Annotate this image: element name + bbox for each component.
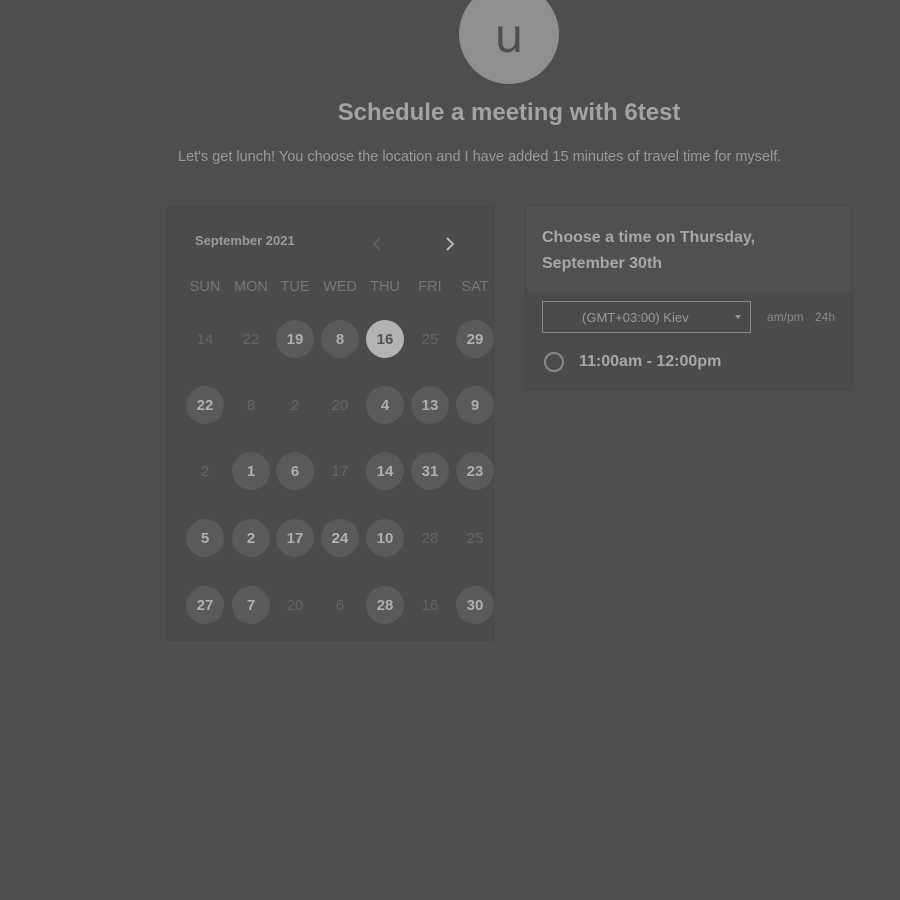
calendar-day: 28 [421, 529, 439, 547]
avatar-letter: u [494, 9, 524, 63]
weekday-label: FRI [418, 279, 442, 295]
scheduling-page: u Schedule a meeting with 6test Let's ge… [0, 0, 900, 900]
next-month-button[interactable] [440, 233, 460, 255]
timezone-select[interactable]: (GMT+03:00) Kiev [542, 301, 751, 333]
calendar-day[interactable]: 30 [456, 586, 494, 624]
format-24h-toggle[interactable]: 24h [815, 310, 835, 324]
calendar-day[interactable]: 14 [366, 452, 404, 490]
calendar-day[interactable]: 13 [411, 386, 449, 424]
time-picker-heading: Choose a time on Thursday, September 30t… [526, 206, 851, 292]
avatar: u [459, 0, 559, 84]
calendar-day[interactable]: 24 [321, 519, 359, 557]
calendar-day[interactable]: 29 [456, 320, 494, 358]
time-slot[interactable]: 11:00am - 12:00pm [544, 352, 721, 372]
calendar-day: 2 [200, 462, 210, 480]
calendar-month-label: September 2021 [195, 233, 295, 248]
calendar-day: 25 [421, 330, 439, 348]
calendar-day[interactable]: 1 [232, 452, 270, 490]
page-subtitle: Let's get lunch! You choose the location… [178, 149, 782, 165]
weekday-label: THU [370, 279, 400, 295]
prev-month-button[interactable] [367, 233, 387, 255]
calendar-day[interactable]: 31 [411, 452, 449, 490]
caret-down-icon [735, 315, 741, 319]
calendar-day: 20 [286, 596, 304, 614]
weekday-label: MON [234, 279, 268, 295]
calendar-day[interactable]: 7 [232, 586, 270, 624]
calendar-day: 22 [242, 330, 260, 348]
time-slot-label: 11:00am - 12:00pm [579, 353, 722, 370]
page-title: Schedule a meeting with 6test [337, 99, 681, 126]
calendar: September 2021 SUN MON TUE WED THU FRI SAT 14 2… [166, 206, 494, 641]
weekday-label: SUN [189, 279, 221, 295]
calendar-day: 20 [331, 396, 349, 414]
calendar-day[interactable]: 4 [366, 386, 404, 424]
calendar-day: 17 [331, 462, 349, 480]
radio-icon[interactable] [544, 352, 564, 372]
weekday-label: TUE [280, 279, 310, 295]
chevron-left-icon [372, 237, 381, 251]
chevron-right-icon [446, 237, 455, 251]
calendar-day[interactable]: 10 [366, 519, 404, 557]
format-ampm-toggle[interactable]: am/pm [767, 310, 804, 324]
calendar-day[interactable]: 8 [321, 320, 359, 358]
calendar-day[interactable]: 19 [276, 320, 314, 358]
weekday-label: SAT [461, 279, 489, 295]
calendar-day[interactable]: 27 [186, 586, 224, 624]
weekday-label: WED [323, 279, 357, 295]
calendar-day: 16 [421, 596, 439, 614]
calendar-day: 6 [335, 596, 345, 614]
timezone-value: (GMT+03:00) Kiev [582, 310, 689, 325]
calendar-day-selected[interactable]: 16 [366, 320, 404, 358]
calendar-day[interactable]: 6 [276, 452, 314, 490]
calendar-day[interactable]: 5 [186, 519, 224, 557]
calendar-day[interactable]: 22 [186, 386, 224, 424]
calendar-day[interactable]: 28 [366, 586, 404, 624]
calendar-day[interactable]: 2 [232, 519, 270, 557]
calendar-day: 8 [246, 396, 256, 414]
calendar-day: 14 [196, 330, 214, 348]
calendar-day[interactable]: 17 [276, 519, 314, 557]
calendar-day[interactable]: 9 [456, 386, 494, 424]
calendar-day: 2 [290, 396, 300, 414]
calendar-day[interactable]: 23 [456, 452, 494, 490]
calendar-day: 25 [466, 529, 484, 547]
time-picker-panel: Choose a time on Thursday, September 30t… [525, 205, 852, 390]
